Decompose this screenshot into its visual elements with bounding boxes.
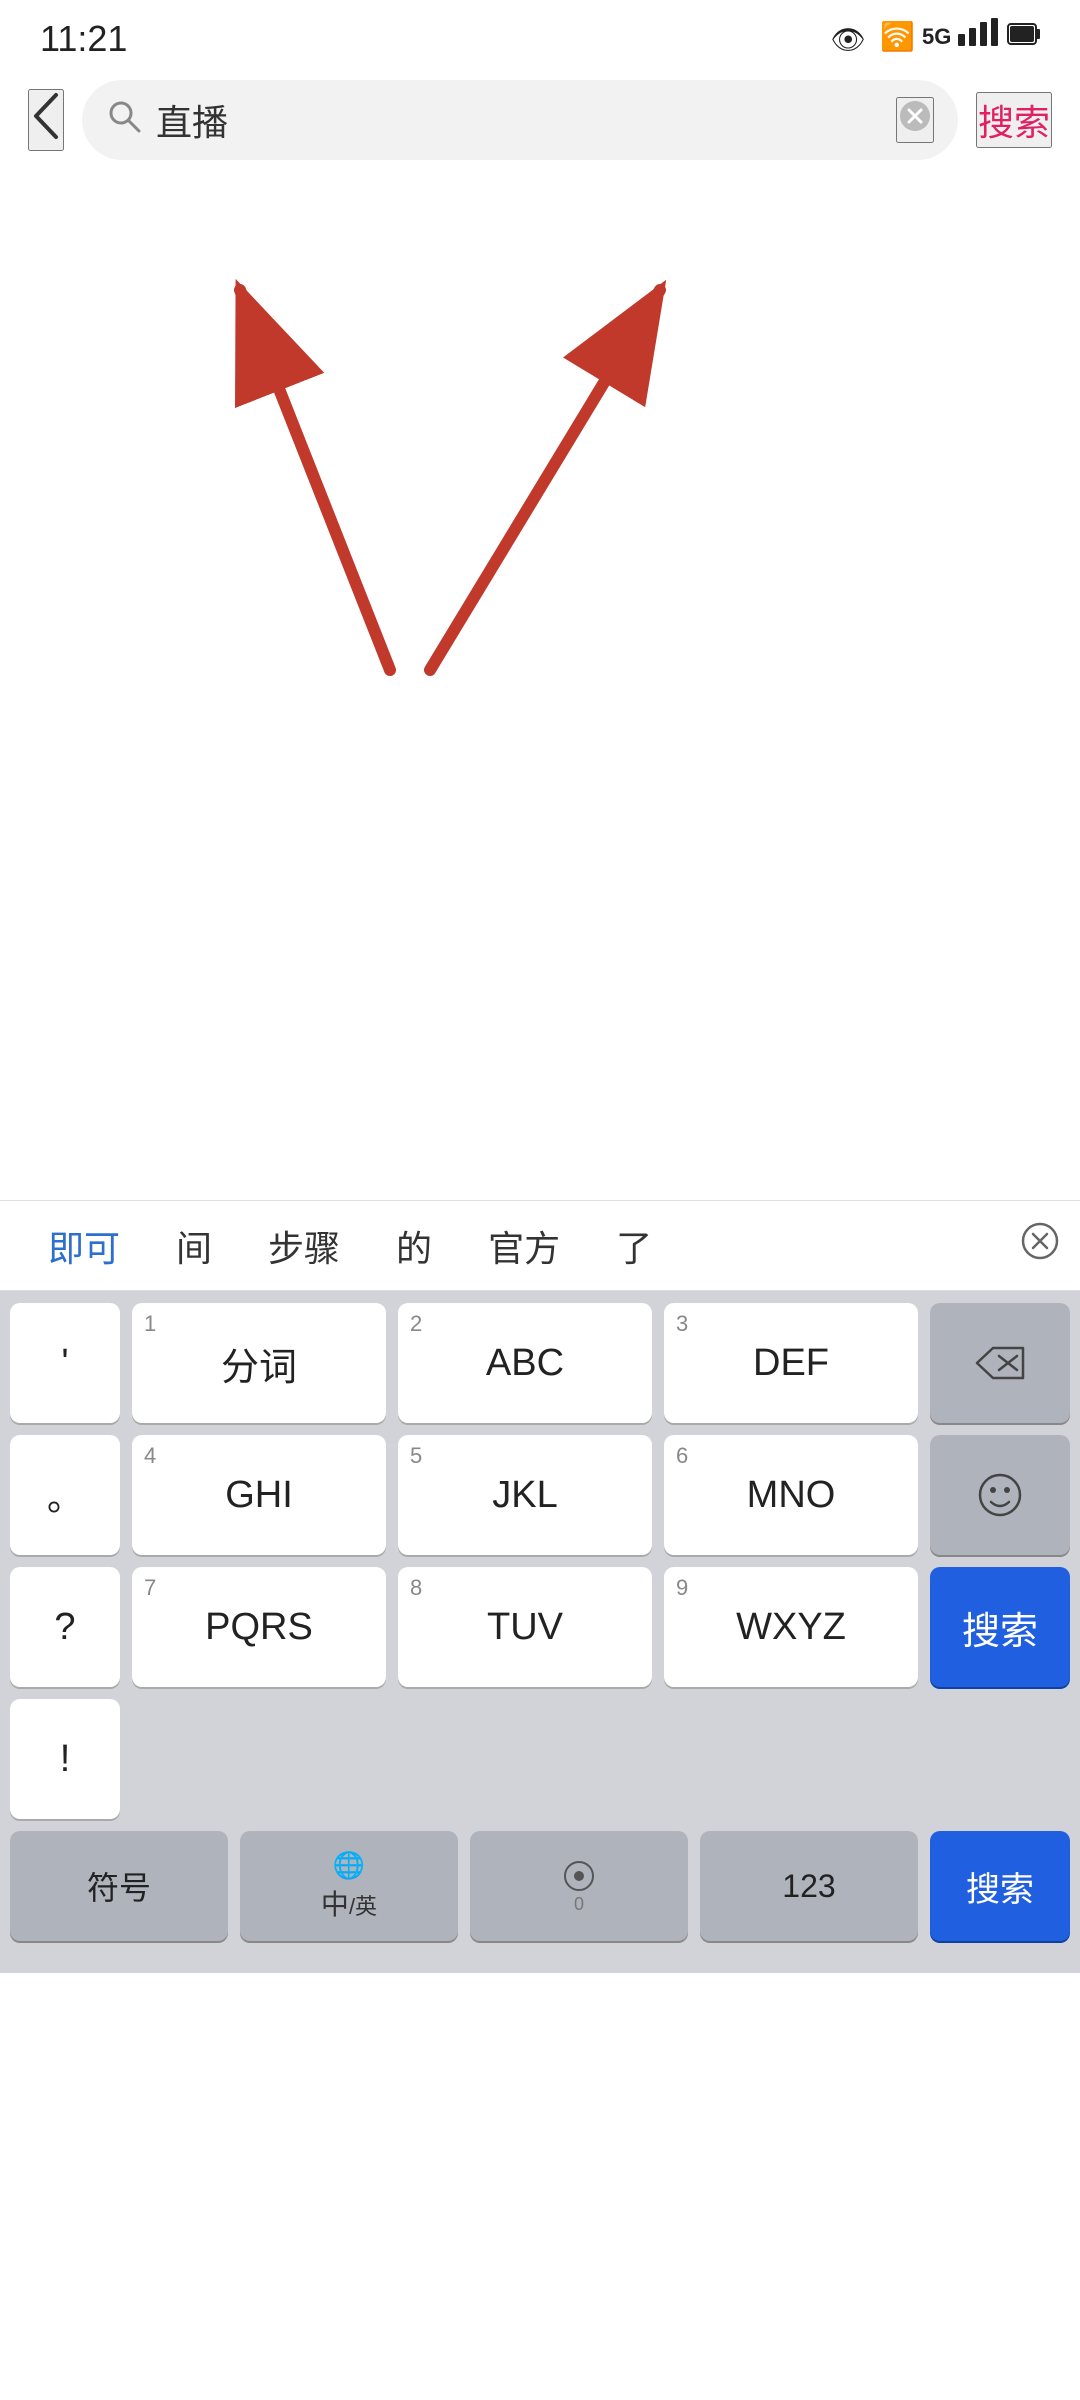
svg-text:🛜: 🛜 bbox=[880, 20, 915, 53]
main-content-area bbox=[0, 180, 1080, 1200]
search-box bbox=[82, 80, 958, 160]
key-search-bottom[interactable]: 搜索 bbox=[930, 1831, 1070, 1941]
key-fenshi[interactable]: 1 分词 bbox=[132, 1303, 386, 1423]
annotation-arrows bbox=[0, 180, 1080, 1200]
search-input[interactable] bbox=[156, 99, 882, 141]
ime-suggestion-0[interactable]: 即可 bbox=[20, 1201, 148, 1290]
key-lang[interactable]: 🌐 中/英 bbox=[240, 1831, 458, 1941]
search-clear-button[interactable] bbox=[896, 97, 934, 143]
search-row: 搜索 bbox=[0, 70, 1080, 180]
key-wxyz[interactable]: 9 WXYZ bbox=[664, 1567, 918, 1687]
key-emoji[interactable] bbox=[930, 1435, 1070, 1555]
key-search-action[interactable]: 搜索 bbox=[930, 1567, 1070, 1687]
key-question[interactable]: ? bbox=[10, 1567, 120, 1687]
ime-suggestion-1[interactable]: 间 bbox=[148, 1201, 240, 1290]
ime-suggestion-2[interactable]: 步骤 bbox=[240, 1201, 368, 1290]
wifi-icon: 🛜 5G bbox=[880, 18, 1040, 61]
key-abc[interactable]: 2 ABC bbox=[398, 1303, 652, 1423]
key-pqrs[interactable]: 7 PQRS bbox=[132, 1567, 386, 1687]
ime-suggestion-bar: 即可 间 步骤 的 官方 了 bbox=[0, 1201, 1080, 1291]
key-space[interactable]: 0 bbox=[470, 1831, 688, 1941]
key-backspace[interactable] bbox=[930, 1303, 1070, 1423]
eye-icon: 👁 bbox=[830, 23, 866, 56]
status-bar: 11:21 👁 🛜 5G bbox=[0, 0, 1080, 70]
key-apostrophe[interactable]: ' bbox=[10, 1303, 120, 1423]
status-icons: 👁 🛜 5G bbox=[830, 18, 1040, 61]
key-tuv[interactable]: 8 TUV bbox=[398, 1567, 652, 1687]
status-time: 11:21 bbox=[40, 18, 127, 60]
ime-delete-icon[interactable] bbox=[1020, 1221, 1060, 1270]
key-period[interactable]: 。 bbox=[10, 1435, 120, 1555]
back-button[interactable] bbox=[28, 89, 64, 151]
key-def[interactable]: 3 DEF bbox=[664, 1303, 918, 1423]
key-symbol[interactable]: 符号 bbox=[10, 1831, 228, 1941]
search-action-button[interactable]: 搜索 bbox=[976, 92, 1052, 148]
keyboard: ' 。 ? ! 1 分词 2 ABC 3 DEF bbox=[0, 1291, 1080, 1973]
svg-text:5G: 5G bbox=[922, 24, 951, 49]
ime-suggestion-5[interactable]: 了 bbox=[588, 1201, 680, 1290]
ime-suggestion-3[interactable]: 的 bbox=[368, 1201, 460, 1290]
ime-suggestion-4[interactable]: 官方 bbox=[460, 1201, 588, 1290]
key-123[interactable]: 123 bbox=[700, 1831, 918, 1941]
key-jkl[interactable]: 5 JKL bbox=[398, 1435, 652, 1555]
key-exclaim[interactable]: ! bbox=[10, 1699, 120, 1819]
key-mno[interactable]: 6 MNO bbox=[664, 1435, 918, 1555]
key-ghi[interactable]: 4 GHI bbox=[132, 1435, 386, 1555]
search-icon bbox=[106, 98, 142, 143]
